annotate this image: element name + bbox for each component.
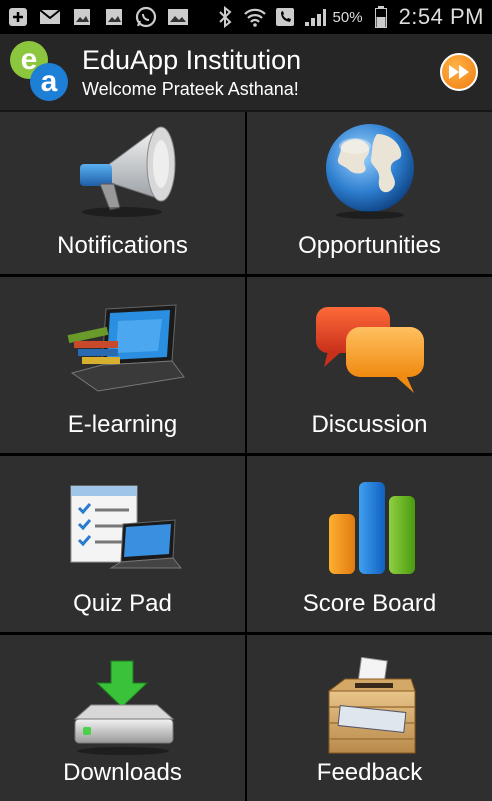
checklist-laptop-icon [53, 480, 193, 580]
main-menu-grid: Notifications Opportunities E-learning D… [0, 112, 492, 801]
tile-quiz-pad[interactable]: Quiz Pad [0, 456, 245, 632]
plus-icon [6, 7, 30, 27]
mail-icon [38, 7, 62, 27]
system-icons: 50% 2:54 PM [213, 4, 492, 30]
tile-feedback[interactable]: Feedback [247, 635, 492, 801]
tile-label: Feedback [316, 759, 423, 786]
app-logo: e a [10, 41, 72, 103]
battery-percent: 50% [332, 8, 363, 26]
wifi-icon [243, 7, 267, 27]
phone-icon [273, 7, 297, 27]
whatsapp-icon [134, 6, 158, 28]
download-drive-icon [53, 657, 193, 757]
app-header: e a EduApp Institution Welcome Prateek A… [0, 34, 492, 112]
tile-label: Notifications [57, 232, 188, 259]
bluetooth-icon [213, 6, 237, 28]
tile-opportunities[interactable]: Opportunities [247, 112, 492, 274]
tile-label: Quiz Pad [73, 590, 172, 617]
bar-chart-icon [300, 480, 440, 580]
fast-forward-icon [449, 65, 469, 79]
image-icon [166, 7, 190, 27]
tile-notifications[interactable]: Notifications [0, 112, 245, 274]
clock: 2:54 PM [398, 4, 484, 29]
notification-icons [0, 6, 190, 28]
tile-label: Discussion [311, 411, 428, 438]
tile-downloads[interactable]: Downloads [0, 635, 245, 801]
tile-label: Downloads [63, 759, 182, 786]
tile-e-learning[interactable]: E-learning [0, 277, 245, 453]
status-bar: 50% 2:54 PM [0, 0, 492, 34]
tile-label: E-learning [67, 411, 178, 438]
gallery-icon [70, 7, 94, 27]
chat-bubbles-icon [300, 301, 440, 401]
tile-label: Opportunities [298, 232, 441, 259]
feedback-box-icon [300, 657, 440, 757]
logo-letter-a: a [30, 63, 68, 101]
tile-label: Score Board [302, 590, 437, 617]
fast-forward-button[interactable] [440, 53, 478, 91]
globe-icon [300, 120, 440, 220]
header-titles: EduApp Institution Welcome Prateek Astha… [82, 44, 301, 100]
gallery-icon [102, 7, 126, 27]
laptop-books-icon [53, 301, 193, 401]
battery-icon [369, 6, 393, 28]
tile-score-board[interactable]: Score Board [247, 456, 492, 632]
signal-icon [303, 7, 327, 27]
megaphone-icon [53, 120, 193, 220]
welcome-message: Welcome Prateek Asthana! [82, 79, 299, 99]
tile-discussion[interactable]: Discussion [247, 277, 492, 453]
app-title: EduApp Institution [82, 45, 302, 75]
